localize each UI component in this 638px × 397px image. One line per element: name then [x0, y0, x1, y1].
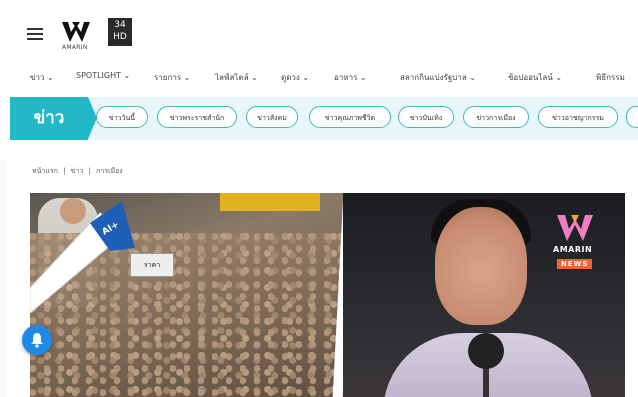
breadcrumb-separator: |: [88, 167, 91, 175]
price-sign: ราคา: [130, 253, 174, 277]
hero-image-speaker[interactable]: AMARIN NEWS: [343, 193, 625, 397]
breadcrumb: หน้าแรก | ข่าว | การเมือง: [32, 166, 126, 177]
pill-crime-news[interactable]: ข่าวอาชญากรรม: [538, 106, 618, 128]
nav-item-lifestyle[interactable]: ไลฟ์สไตล์ ⌄: [215, 71, 258, 84]
news-tag: NEWS: [557, 259, 593, 269]
notification-bell-button[interactable]: [22, 325, 52, 355]
nav-item-news[interactable]: ข่าว ⌄: [30, 71, 54, 84]
logo-wordmark: AMARIN: [62, 44, 88, 51]
top-navigation: ข่าว ⌄ SPOTLIGHT ⌄ รายการ ⌄ ไลฟ์สไตล์ ⌄ …: [0, 71, 638, 85]
pill-social-news[interactable]: ข่าวสังคม: [246, 106, 298, 128]
nav-item-horoscope[interactable]: ดูดวง ⌄: [281, 71, 309, 84]
shrimp-pile: [30, 233, 350, 397]
pill-more[interactable]: [626, 106, 638, 128]
hero-image-shrimp-market[interactable]: ราคา: [30, 193, 350, 397]
pill-politics-news[interactable]: ข่าวการเมือง: [463, 106, 529, 128]
news-logo-word: AMARIN: [553, 245, 593, 254]
pill-entertainment-news[interactable]: ข่าวบันเทิง: [398, 106, 454, 128]
channel-number: 34: [114, 20, 126, 30]
category-title[interactable]: ข่าว: [10, 97, 97, 140]
pill-today-news[interactable]: ข่าววันนี้: [96, 106, 148, 128]
breadcrumb-home[interactable]: หน้าแรก: [32, 167, 58, 175]
channel-hd-label: HD: [113, 32, 127, 42]
nav-item-spotlight[interactable]: SPOTLIGHT ⌄: [76, 71, 130, 80]
pill-royal-news[interactable]: ข่าวพระราชสำนัก: [157, 106, 237, 128]
nav-item-shop[interactable]: ช้อปออนไลน์ ⌄: [508, 71, 562, 84]
yellow-bin: [220, 193, 320, 211]
nav-item-food[interactable]: อาหาร ⌄: [334, 71, 367, 84]
breadcrumb-subsection[interactable]: การเมือง: [96, 167, 123, 175]
channel-badge: 34 HD: [108, 18, 132, 46]
nav-item-programs[interactable]: รายการ ⌄: [154, 71, 190, 84]
breadcrumb-section[interactable]: ข่าว: [71, 167, 84, 175]
nav-item-ritual[interactable]: พิธีกรรม: [596, 71, 625, 84]
microphone-icon: [468, 333, 504, 369]
bell-icon: [31, 333, 43, 348]
speaker-face: [435, 207, 527, 325]
breadcrumb-separator: |: [63, 167, 66, 175]
page-edge: [0, 160, 6, 397]
hamburger-menu-icon[interactable]: [27, 28, 43, 40]
vendor-head: [60, 198, 86, 224]
pill-quality-life-news[interactable]: ข่าวคุณภาพชีวิต: [309, 106, 391, 128]
nav-item-lottery[interactable]: สลากกินแบ่งรัฐบาล ⌄: [400, 71, 476, 84]
